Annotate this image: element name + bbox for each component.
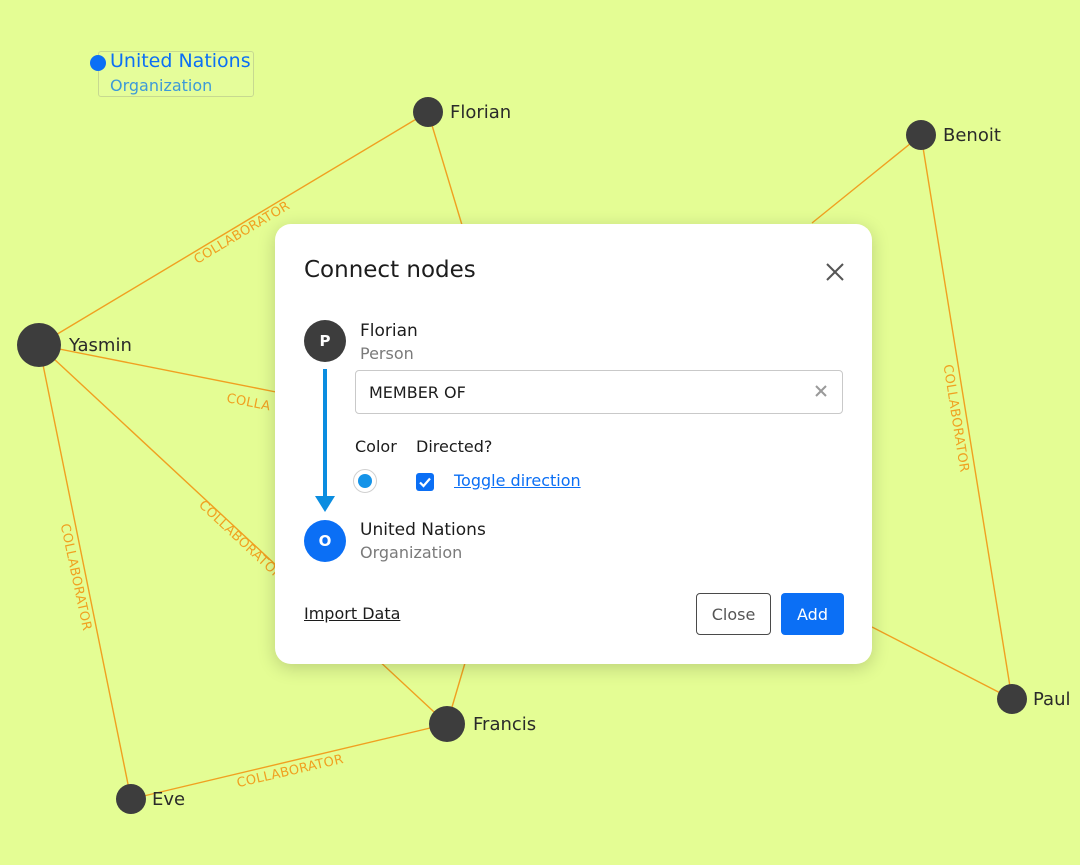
direction-arrow-line	[323, 369, 327, 499]
close-icon[interactable]	[821, 258, 849, 286]
edge-benoit-paul[interactable]	[920, 134, 1013, 700]
selected-node-dot[interactable]	[90, 55, 106, 71]
target-node-badge: O	[304, 520, 346, 562]
color-label: Color	[355, 437, 397, 456]
directed-checkbox[interactable]	[416, 473, 434, 491]
node-label-benoit: Benoit	[943, 125, 1001, 146]
graph-node-florian[interactable]	[413, 97, 443, 127]
target-node-type: Organization	[360, 543, 463, 562]
graph-node-benoit[interactable]	[906, 120, 936, 150]
node-label-yasmin: Yasmin	[68, 335, 132, 356]
graph-node-yasmin[interactable]	[17, 323, 61, 367]
clear-input-icon[interactable]	[812, 382, 830, 400]
node-label-florian: Florian	[450, 102, 511, 123]
dialog-title: Connect nodes	[304, 257, 476, 283]
checkmark-icon	[419, 477, 431, 488]
source-node-badge: P	[304, 320, 346, 362]
color-picker[interactable]	[353, 469, 377, 493]
connect-nodes-dialog: Connect nodes P Florian Person Color Dir…	[275, 224, 872, 664]
import-data-link[interactable]: Import Data	[304, 604, 400, 623]
toggle-direction-link[interactable]: Toggle direction	[454, 471, 581, 490]
edge-benoit-hidden[interactable]	[811, 134, 922, 224]
edge-label: COLLABORATOR	[195, 498, 285, 583]
edge-florian-hidden[interactable]	[427, 111, 463, 226]
selected-node-subtitle: Organization	[110, 76, 213, 95]
source-node-type: Person	[360, 344, 414, 363]
close-button[interactable]: Close	[696, 593, 771, 635]
graph-node-eve[interactable]	[116, 784, 146, 814]
edge-paul-hidden[interactable]	[871, 626, 1013, 700]
relationship-type-input[interactable]	[355, 370, 843, 414]
edge-label: COLLABORATOR	[235, 752, 345, 791]
node-label-eve: Eve	[152, 789, 185, 810]
arrow-down-icon	[315, 496, 335, 512]
edge-label: COLLABORATOR	[57, 522, 94, 632]
edge-yasmin-eve[interactable]	[38, 344, 132, 800]
add-button[interactable]: Add	[781, 593, 844, 635]
graph-node-paul[interactable]	[997, 684, 1027, 714]
target-node-name: United Nations	[360, 520, 486, 540]
edge-eve-francis[interactable]	[130, 723, 448, 800]
source-node-name: Florian	[360, 321, 418, 341]
edge-label: COLLA	[225, 391, 272, 414]
selected-node-title[interactable]: United Nations	[110, 50, 251, 72]
color-swatch-fill	[358, 474, 372, 488]
node-label-paul: Paul	[1033, 689, 1071, 710]
graph-node-francis[interactable]	[429, 706, 465, 742]
directed-label: Directed?	[416, 437, 493, 456]
node-label-francis: Francis	[473, 714, 536, 735]
